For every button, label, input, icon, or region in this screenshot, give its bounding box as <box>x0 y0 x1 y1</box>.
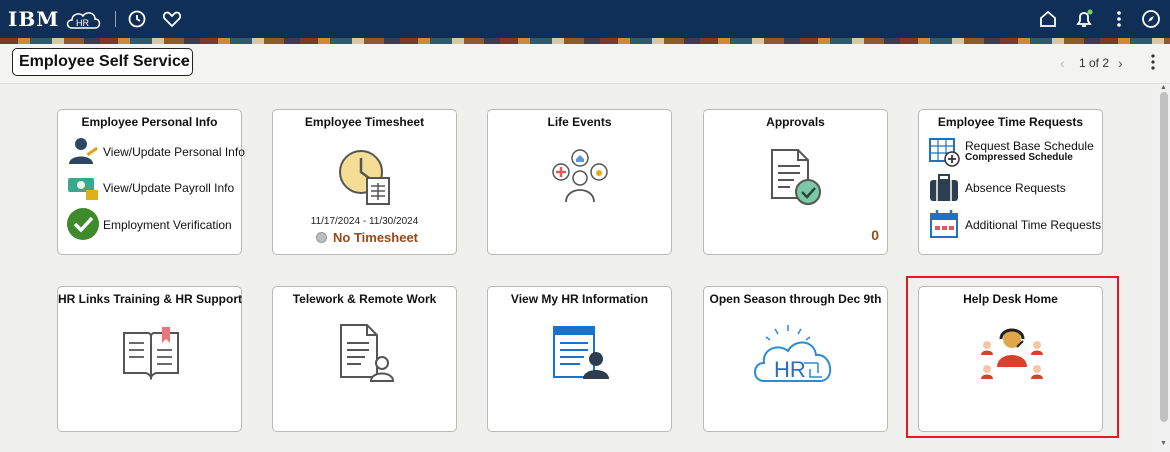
approval-document-icon <box>771 149 821 205</box>
chevron-down-icon: ⌄ <box>177 53 188 67</box>
tile-title: HR Links Training & HR Support <box>58 292 243 306</box>
timesheet-status: No Timesheet <box>333 230 419 245</box>
homepage-header: Employee Self Service ⌄ ‹ 1 of 2 › <box>0 44 1170 84</box>
link-view-update-personal-info[interactable]: View/Update Personal Info <box>103 145 245 159</box>
timesheet-clock-icon <box>339 150 390 205</box>
next-page-icon[interactable]: › <box>1118 55 1123 71</box>
scroll-up-arrow[interactable]: ▲ <box>1160 84 1167 91</box>
history-icon[interactable] <box>126 8 148 30</box>
tile-telework-remote-work[interactable]: Telework & Remote Work <box>272 286 457 432</box>
hr-information-icon <box>553 326 609 379</box>
life-events-icon <box>552 149 608 203</box>
tile-employee-time-requests[interactable]: Employee Time Requests Request Base Sche… <box>918 109 1103 255</box>
tile-employee-personal-info[interactable]: Employee Personal Info View/Update Perso… <box>57 109 245 255</box>
page-options-icon[interactable] <box>1146 52 1160 72</box>
timesheet-period: 11/17/2024 - 11/30/2024 <box>310 216 419 227</box>
tile-title: Life Events <box>547 115 612 129</box>
additional-time-calendar-icon <box>930 210 958 238</box>
status-dot-icon <box>316 232 327 243</box>
tile-title: Employee Personal Info <box>81 115 218 129</box>
ibm-logo: IBM <box>8 7 60 31</box>
scroll-down-arrow[interactable]: ▼ <box>1160 440 1167 447</box>
page-indicator: 1 of 2 <box>1079 56 1110 70</box>
hr-cloud-icon: HR <box>754 325 831 382</box>
link-additional-time-requests[interactable]: Additional Time Requests <box>965 218 1101 232</box>
toolbar-divider <box>115 11 116 27</box>
link-request-base-schedule[interactable]: Request Base Schedule <box>965 139 1094 153</box>
link-employment-verification[interactable]: Employment Verification <box>103 218 232 232</box>
svg-text:HR: HR <box>76 18 89 28</box>
checkmark-circle-icon <box>67 208 99 240</box>
briefcase-icon <box>930 174 958 201</box>
user-profile-icon <box>69 138 99 164</box>
tile-title: Telework & Remote Work <box>292 292 437 306</box>
home-icon[interactable] <box>1037 8 1059 30</box>
favorites-icon[interactable] <box>161 8 183 30</box>
approvals-count-badge: 0 <box>871 227 879 243</box>
payroll-cash-icon <box>68 178 98 200</box>
tile-view-my-hr-information[interactable]: View My HR Information <box>487 286 672 432</box>
tile-approvals[interactable]: Approvals 0 <box>703 109 888 255</box>
highlight-box <box>906 276 1119 438</box>
document-user-icon <box>340 324 395 382</box>
schedule-calendar-add-icon <box>929 138 960 167</box>
open-book-icon <box>123 327 179 381</box>
previous-page-icon[interactable]: ‹ <box>1060 55 1065 71</box>
top-navigation-bar: IBM HR <box>0 0 1170 38</box>
tile-open-season[interactable]: Open Season through Dec 9th HR <box>703 286 888 432</box>
tile-title: Open Season through Dec 9th <box>709 292 882 306</box>
tile-title: View My HR Information <box>510 292 649 306</box>
scrollbar-thumb[interactable] <box>1160 92 1168 422</box>
link-absence-requests[interactable]: Absence Requests <box>965 181 1066 195</box>
tile-life-events[interactable]: Life Events <box>487 109 672 255</box>
tile-title: Approvals <box>766 115 825 129</box>
compressed-schedule-label: Compressed Schedule <box>965 152 1073 163</box>
notifications-icon[interactable] <box>1073 8 1095 30</box>
navigator-icon[interactable] <box>1140 8 1162 30</box>
tile-title: Employee Timesheet <box>304 115 425 129</box>
hr-cloud-logo: HR <box>66 12 101 29</box>
homepage-selector-dropdown[interactable]: Employee Self Service ⌄ <box>12 48 193 76</box>
actions-menu-icon[interactable] <box>1108 8 1130 30</box>
homepage-selector-label: Employee Self Service <box>19 53 190 70</box>
link-view-update-payroll-info[interactable]: View/Update Payroll Info <box>103 181 234 195</box>
tile-hr-links-training[interactable]: HR Links Training & HR Support <box>57 286 242 432</box>
tile-employee-timesheet[interactable]: Employee Timesheet 11/17/2024 - 11/30/20… <box>272 109 457 255</box>
tile-title: Employee Time Requests <box>937 115 1084 129</box>
open-season-logo-text: HR <box>774 357 806 382</box>
